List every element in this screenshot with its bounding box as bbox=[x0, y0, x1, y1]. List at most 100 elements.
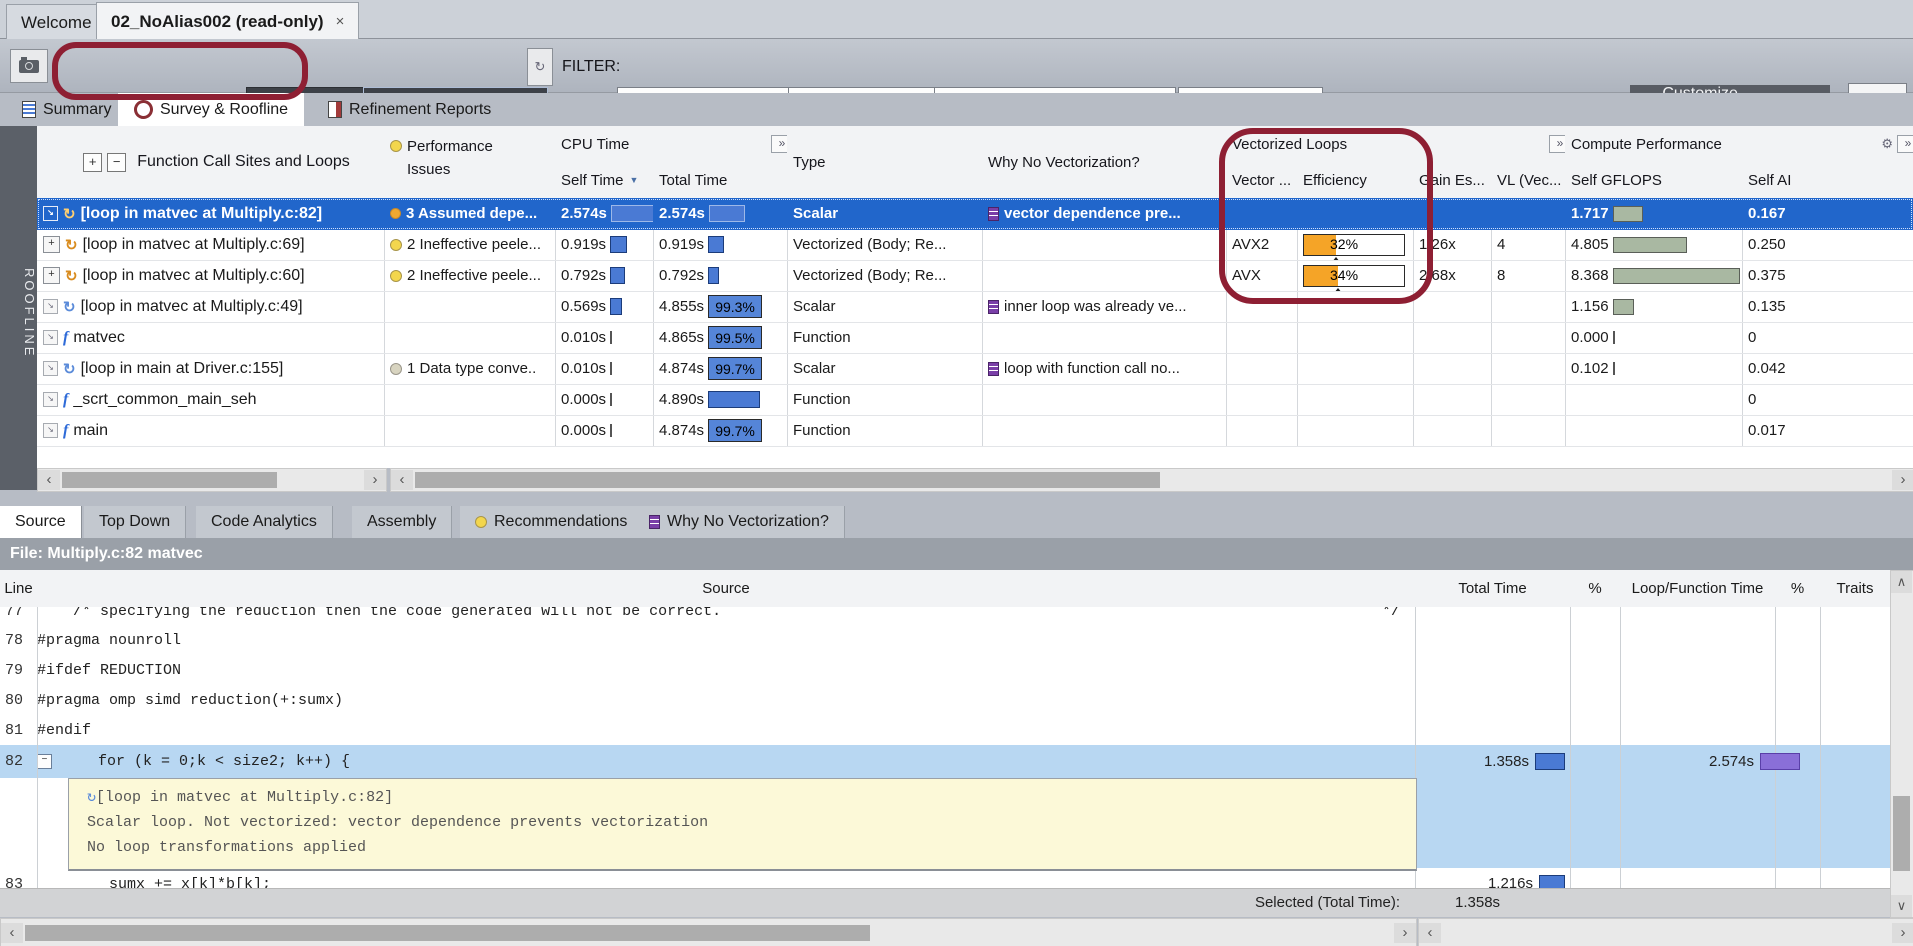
source-line-79[interactable]: 79 #ifdef REDUCTION bbox=[0, 655, 1890, 685]
column-header-self-gflops[interactable]: Self GFLOPS bbox=[1565, 162, 1755, 199]
tree-horizontal-scrollbar[interactable]: ‹ › bbox=[37, 468, 387, 492]
column-header-self-ai[interactable]: Self AI bbox=[1742, 162, 1913, 199]
relationship-icon[interactable]: ↘ bbox=[43, 361, 58, 376]
table-row-loop-driver-155[interactable]: ↘ ↻ [loop in main at Driver.c:155] 1 Dat… bbox=[37, 353, 1913, 385]
tab-code-analytics[interactable]: Code Analytics bbox=[196, 506, 333, 538]
source-horizontal-scrollbar[interactable]: ‹ › bbox=[0, 918, 1417, 946]
scroll-down-icon[interactable]: ∨ bbox=[1891, 895, 1912, 917]
column-header-compute-performance[interactable]: Compute Performance ⚙ » bbox=[1565, 126, 1913, 163]
why-text: loop with function call no... bbox=[1004, 360, 1180, 377]
table-row-loop-multiply-69[interactable]: + ↻ [loop in matvec at Multiply.c:69] 2 … bbox=[37, 229, 1913, 261]
column-header-traits[interactable]: Traits bbox=[1820, 570, 1891, 608]
bottom-tab-bar: Source Top Down Code Analytics Assembly … bbox=[0, 506, 1913, 538]
column-header-why-no-vectorization[interactable]: Why No Vectorization? bbox=[982, 126, 1239, 199]
scroll-right-icon[interactable]: › bbox=[1892, 923, 1913, 943]
source-line-83[interactable]: 83 sumx += x[k]*b[k]; bbox=[0, 868, 1890, 888]
ai-cell: 0.167 bbox=[1742, 198, 1913, 229]
scrollbar-thumb[interactable] bbox=[415, 472, 1160, 488]
source-line-77[interactable]: 77 /* specifying the reduction then the … bbox=[0, 607, 1890, 625]
expand-all-button[interactable]: + bbox=[83, 153, 102, 172]
line-loop-time-value: 2.574s bbox=[1709, 753, 1754, 770]
tab-result[interactable]: 02_NoAlias002 (read-only) × bbox=[96, 2, 359, 40]
table-row-loop-multiply-82[interactable]: ↘ ↻ [loop in matvec at Multiply.c:82] 3 … bbox=[37, 198, 1913, 230]
gflops-cell: 4.805 bbox=[1565, 229, 1742, 260]
table-row-function-scrt-common-main-seh[interactable]: ↘ f _scrt_common_main_seh 0.000s 4.890s … bbox=[37, 384, 1913, 416]
relationship-icon[interactable]: ↘ bbox=[43, 392, 58, 407]
relationship-icon[interactable]: ↘ bbox=[43, 423, 58, 438]
column-header-cpu-time[interactable]: CPU Time » bbox=[555, 126, 800, 163]
type-cell: Vectorized (Body; Re... bbox=[787, 229, 982, 260]
column-header-percent-1[interactable]: % bbox=[1570, 570, 1621, 608]
scroll-left-icon[interactable]: ‹ bbox=[1419, 923, 1441, 943]
clear-filters-button[interactable]: ↻ bbox=[527, 48, 553, 86]
source-line-81[interactable]: 81 #endif bbox=[0, 715, 1890, 745]
tab-top-down[interactable]: Top Down bbox=[84, 506, 186, 538]
collapse-icon[interactable]: − bbox=[37, 754, 52, 769]
tab-refinement-reports[interactable]: Refinement Reports bbox=[312, 93, 507, 126]
lightbulb-icon bbox=[475, 516, 487, 528]
column-header-tree[interactable]: + − Function Call Sites and Loops bbox=[37, 126, 397, 199]
scroll-left-icon[interactable]: ‹ bbox=[391, 470, 413, 490]
column-header-self-time[interactable]: Self Time ▼ bbox=[555, 162, 666, 199]
column-divider bbox=[1820, 607, 1821, 888]
collapse-all-button[interactable]: − bbox=[107, 153, 126, 172]
lightbulb-icon bbox=[390, 140, 402, 152]
expand-icon[interactable]: + bbox=[43, 236, 60, 253]
column-header-total-time[interactable]: Total Time bbox=[653, 162, 800, 199]
ai-value: 0 bbox=[1748, 329, 1756, 346]
tab-survey-roofline[interactable]: Survey & Roofline bbox=[118, 93, 304, 126]
column-header-bottom-total-time[interactable]: Total Time bbox=[1415, 570, 1571, 608]
column-header-issues[interactable]: Performance Issues bbox=[384, 126, 568, 209]
scrollbar-thumb[interactable] bbox=[1893, 796, 1910, 871]
table-row-loop-multiply-60[interactable]: + ↻ [loop in matvec at Multiply.c:60] 2 … bbox=[37, 260, 1913, 292]
tab-why-no-vectorization-label: Why No Vectorization? bbox=[667, 513, 829, 531]
tab-source[interactable]: Source bbox=[0, 506, 82, 538]
tab-recommendations[interactable]: Recommendations bbox=[460, 506, 643, 538]
snapshot-button[interactable] bbox=[10, 49, 48, 83]
self-time-value: 0.000s bbox=[561, 391, 606, 408]
scroll-left-icon[interactable]: ‹ bbox=[38, 470, 60, 490]
grid-horizontal-scrollbar[interactable]: ‹ › bbox=[390, 468, 1913, 492]
scroll-right-icon[interactable]: › bbox=[1892, 470, 1913, 490]
column-header-percent-2[interactable]: % bbox=[1775, 570, 1821, 608]
issues-header-label: Performance Issues bbox=[407, 136, 527, 181]
column-header-loop-function-time[interactable]: Loop/Function Time bbox=[1620, 570, 1776, 608]
table-row-function-main[interactable]: ↘ f main 0.000s 4.874s 99.7% Function 0.… bbox=[37, 415, 1913, 447]
relationship-icon[interactable]: ↘ bbox=[43, 330, 58, 345]
source-line-78[interactable]: 78 #pragma nounroll bbox=[0, 625, 1890, 655]
tab-result-label: 02_NoAlias002 (read-only) bbox=[111, 12, 324, 32]
expand-columns-icon[interactable]: » bbox=[1897, 135, 1913, 153]
scroll-left-icon[interactable]: ‹ bbox=[1, 923, 23, 943]
column-header-source[interactable]: Source bbox=[37, 570, 1416, 608]
relationship-icon[interactable]: ↘ bbox=[43, 299, 58, 314]
tab-assembly[interactable]: Assembly bbox=[352, 506, 452, 538]
source-vertical-scrollbar[interactable]: ∧ ∨ bbox=[1890, 570, 1913, 918]
roofline-side-tab[interactable]: ROOFLINE bbox=[0, 126, 37, 490]
table-row-function-matvec[interactable]: ↘ f matvec 0.010s 4.865s 99.5% Function … bbox=[37, 322, 1913, 354]
gflops-cell: 8.368 bbox=[1565, 260, 1742, 291]
column-header-type[interactable]: Type bbox=[787, 126, 995, 199]
why-text: inner loop was already ve... bbox=[1004, 298, 1187, 315]
scrollbar-thumb[interactable] bbox=[25, 925, 870, 941]
table-row-loop-multiply-49[interactable]: ↘ ↻ [loop in matvec at Multiply.c:49] 0.… bbox=[37, 291, 1913, 323]
gear-icon[interactable]: ⚙ bbox=[1881, 136, 1893, 152]
expand-icon[interactable]: + bbox=[43, 267, 60, 284]
tab-summary[interactable]: Summary bbox=[6, 93, 127, 126]
column-header-efficiency[interactable]: Efficiency bbox=[1297, 162, 1426, 199]
close-icon[interactable]: × bbox=[336, 13, 345, 30]
scrollbar-thumb[interactable] bbox=[62, 472, 277, 488]
column-header-vectorized-loops[interactable]: Vectorized Loops » bbox=[1226, 126, 1578, 163]
scroll-right-icon[interactable]: › bbox=[364, 470, 386, 490]
source-line-80[interactable]: 80 #pragma omp simd reduction(+:sumx) bbox=[0, 685, 1890, 715]
tab-welcome[interactable]: Welcome bbox=[6, 4, 107, 40]
metrics-horizontal-scrollbar[interactable]: ‹ › bbox=[1418, 918, 1913, 946]
ai-cell: 0 bbox=[1742, 384, 1913, 415]
self-time-bar bbox=[610, 362, 612, 375]
tab-why-no-vectorization[interactable]: Why No Vectorization? bbox=[634, 506, 845, 538]
tree-cell: ↘ ↻ [loop in matvec at Multiply.c:49] bbox=[37, 291, 384, 322]
vectorized-loop-icon: ↻ bbox=[65, 236, 78, 254]
column-header-line[interactable]: Line bbox=[0, 570, 38, 608]
scroll-up-icon[interactable]: ∧ bbox=[1891, 571, 1912, 593]
relationship-icon[interactable]: ↘ bbox=[43, 206, 58, 221]
scroll-right-icon[interactable]: › bbox=[1394, 923, 1416, 943]
